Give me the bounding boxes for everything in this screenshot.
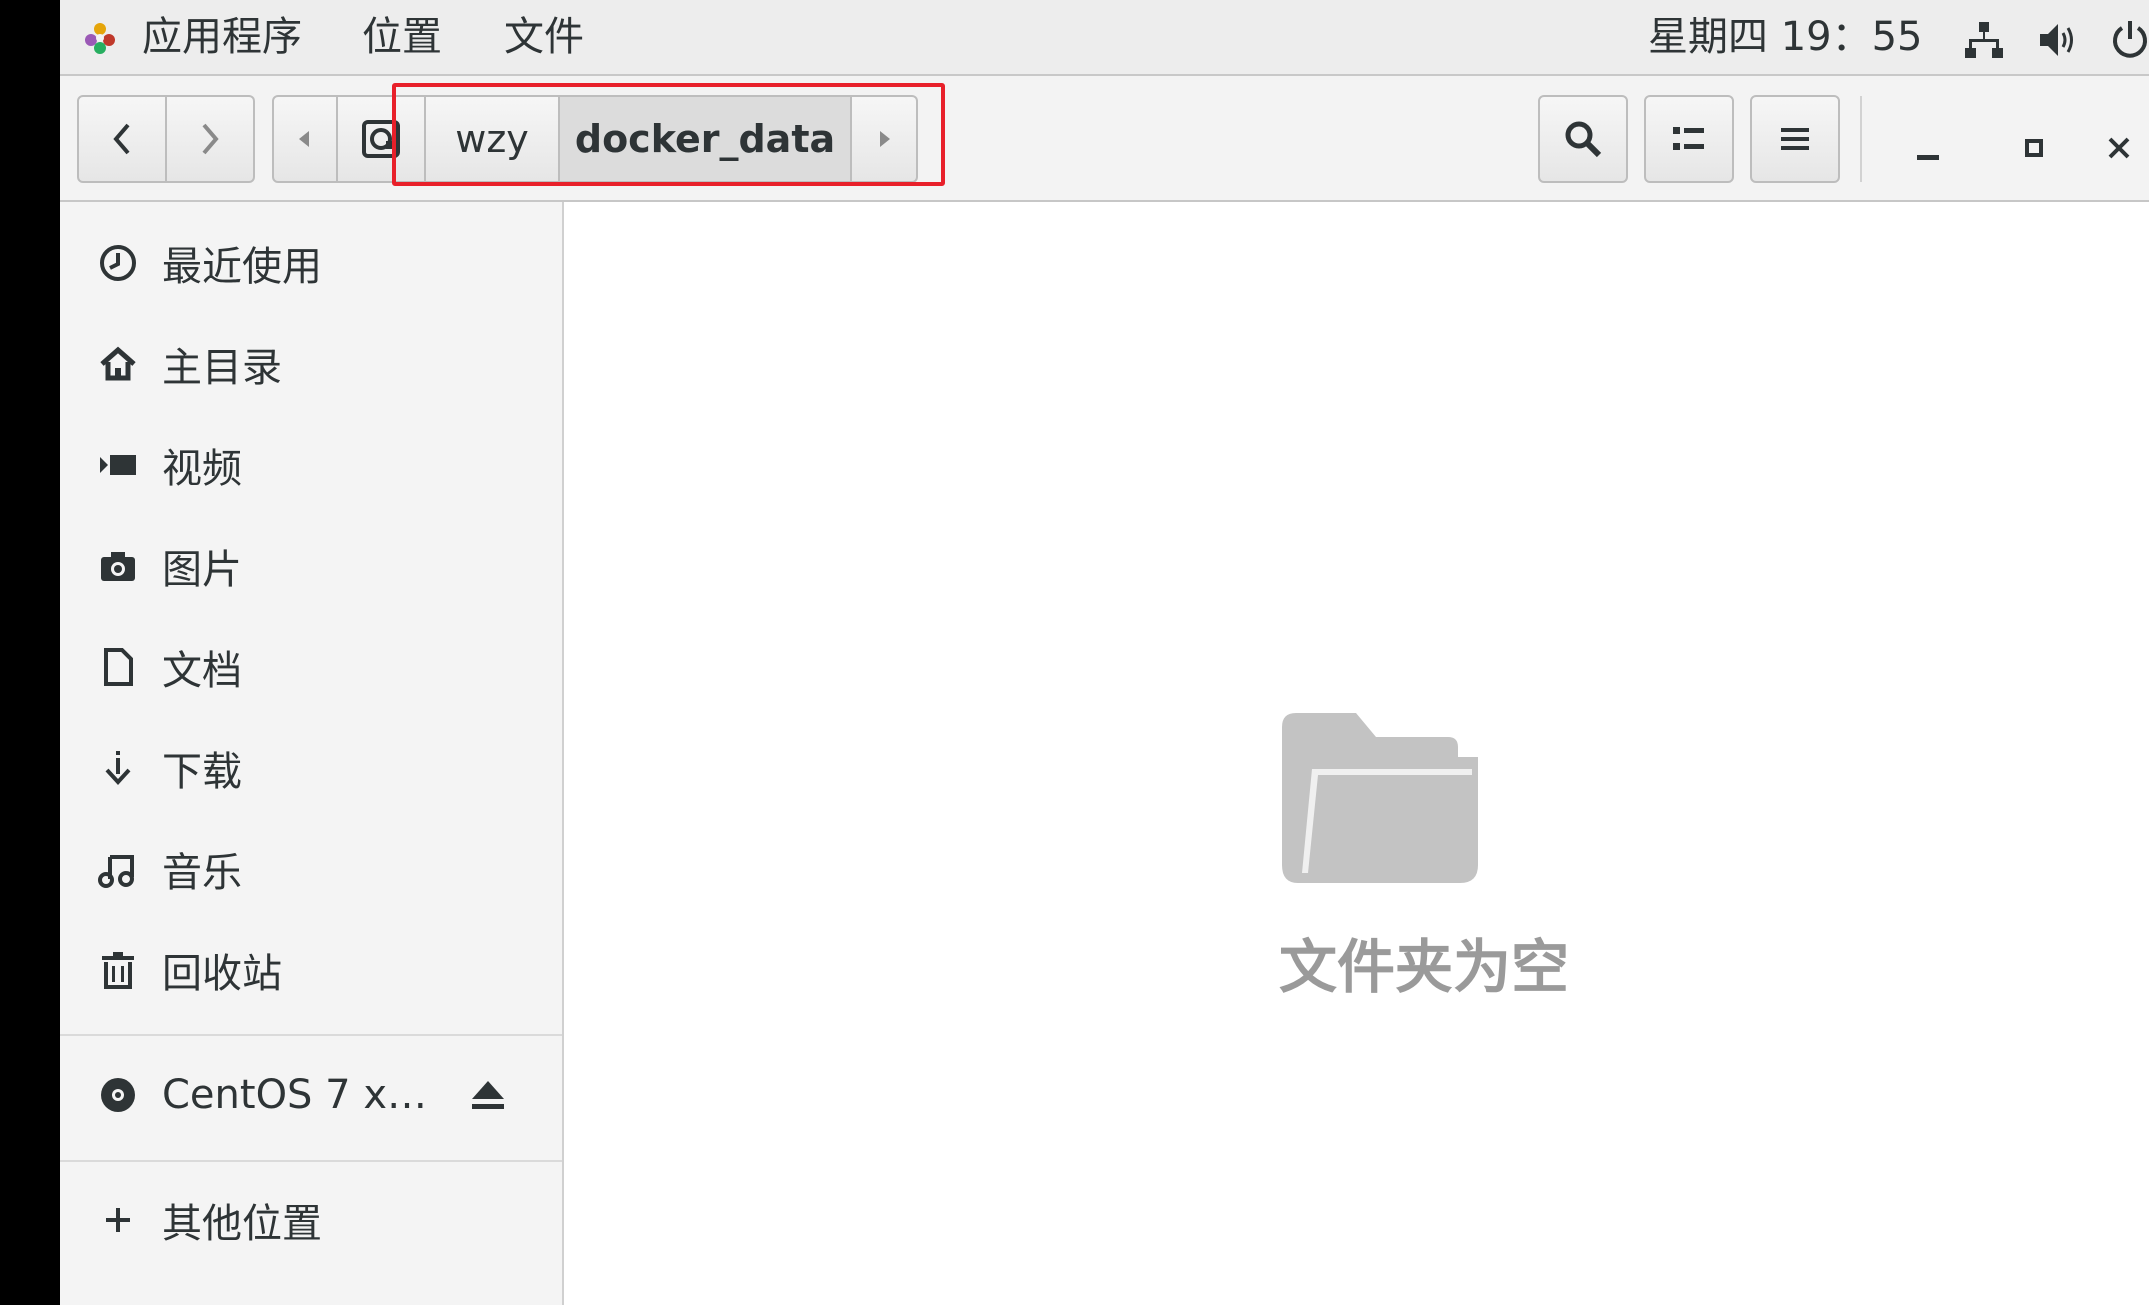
document-icon [96,645,140,689]
sidebar-item-other-locations[interactable]: 其他位置 [60,1175,560,1265]
download-icon [96,746,140,790]
file-view[interactable]: 文件夹为空 [564,202,2149,1305]
back-button[interactable] [77,95,167,183]
apps-logo-icon[interactable] [82,20,118,56]
plus-icon [96,1198,140,1242]
sidebar-item-downloads[interactable]: 下载 [60,723,560,813]
crumb-left-icon [299,131,309,147]
sidebar-item-trash[interactable]: 回收站 [60,925,560,1015]
network-icon[interactable] [1962,18,2006,62]
sidebar-item-label: 视频 [162,446,242,492]
power-icon[interactable] [2108,18,2149,62]
black-left-strip [0,0,60,1305]
header-separator [1860,96,1862,182]
back-icon [113,123,130,155]
video-icon [96,443,140,487]
places-menu[interactable]: 位置 [362,0,442,74]
sidebar-item-home[interactable]: 主目录 [60,319,560,409]
history-buttons [77,95,255,183]
empty-folder-message: 文件夹为空 [1278,933,1569,1001]
top-panel: 应用程序 位置 文件 星期四 19：55 [60,0,2149,76]
red-highlight-box [392,83,945,186]
close-button[interactable] [2104,120,2149,176]
home-icon [96,342,140,386]
sidebar-separator [60,1160,562,1162]
eject-button[interactable] [466,1073,510,1117]
sidebar-item-label: 回收站 [162,951,282,997]
sidebar-item-recent[interactable]: 最近使用 [60,218,560,308]
maximize-icon [2025,139,2043,157]
minimize-button[interactable] [1900,120,1956,176]
header-bar: wzy docker_data [60,76,2149,202]
clock[interactable]: 星期四 19：55 [1648,0,1923,74]
menu-icon [1781,128,1809,150]
sidebar-item-label: 其他位置 [162,1201,322,1247]
search-button[interactable] [1538,95,1628,183]
sidebar-item-label: 下载 [162,749,242,795]
minimize-icon [1917,155,1939,160]
menu-button[interactable] [1750,95,1840,183]
sidebar-item-documents[interactable]: 文档 [60,622,560,712]
sidebar-item-pictures[interactable]: 图片 [60,521,560,611]
screen: 应用程序 位置 文件 星期四 19：55 wzy docker_data 最近使… [0,0,2149,1305]
forward-icon [202,123,219,155]
view-list-icon [1673,127,1704,150]
eject-icon [472,1081,504,1109]
sidebar-item-label: 文档 [162,648,242,694]
sidebar-item-label: 主目录 [162,345,282,391]
files-menu[interactable]: 文件 [504,0,584,74]
sidebar-separator [60,1034,562,1036]
forward-button[interactable] [167,95,255,183]
close-icon [2108,137,2130,159]
view-toggle-button[interactable] [1644,95,1734,183]
path-scroll-left-button[interactable] [272,95,338,183]
sidebar-item-label: 音乐 [162,850,242,896]
sidebar-item-videos[interactable]: 视频 [60,420,560,510]
sidebar-item-device[interactable]: CentOS 7 x… [60,1050,560,1140]
recent-icon [96,241,140,285]
sidebar-item-label: 最近使用 [162,244,322,290]
sidebar-item-label: 图片 [162,547,242,593]
maximize-button[interactable] [2006,120,2062,176]
sidebar-item-music[interactable]: 音乐 [60,824,560,914]
volume-icon[interactable] [2036,18,2080,62]
camera-icon [96,544,140,588]
disc-icon [96,1073,140,1117]
apps-menu[interactable]: 应用程序 [142,0,302,74]
search-icon [1565,121,1602,158]
trash-icon [96,948,140,992]
music-icon [96,847,140,891]
sidebar-device-label: CentOS 7 x… [162,1072,427,1118]
sidebar: 最近使用 主目录 视频 图片 文档 下载 音乐 回收站 CentOS 7 x… … [60,202,564,1305]
folder-icon [1282,713,1478,883]
